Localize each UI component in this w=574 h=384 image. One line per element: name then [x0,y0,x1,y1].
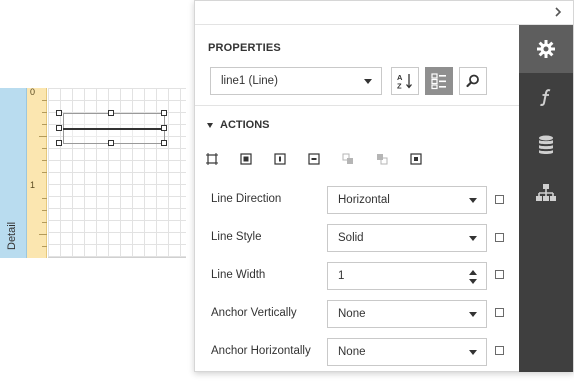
field-list-tab[interactable] [519,121,573,169]
ruler-tick [42,246,47,247]
triangle-down-icon [207,122,213,128]
chevron-right-icon[interactable] [551,5,565,19]
line-style-label: Line Style [211,231,262,243]
line-style-checkbox[interactable] [495,233,504,242]
anchor-vertically-label: Anchor Vertically [211,307,297,319]
database-icon [539,135,553,154]
component-selector-value: line1 (Line) [221,75,278,87]
fit-bounds-to-container-icon[interactable] [205,152,221,168]
chevron-up-icon[interactable] [469,270,477,275]
anchor-vertically-value: None [338,308,366,320]
line-width-checkbox[interactable] [495,270,504,279]
align-to-grid-icon[interactable] [409,152,425,168]
search-button[interactable] [459,67,487,95]
divider [195,105,519,106]
ruler-mark: 1 [30,180,36,190]
properties-heading: PROPERTIES [208,42,281,54]
ruler-tick [42,124,47,125]
function-icon [539,89,551,106]
ruler-tick [39,234,47,235]
anchor-horizontally-dropdown[interactable]: None [327,338,487,366]
detail-band-tab[interactable]: Detail [0,88,27,258]
ruler-tick [42,222,47,223]
properties-content: PROPERTIES line1 (Line) A Z ACTIONS Line… [195,25,519,372]
resize-handle[interactable] [108,110,114,116]
report-explorer-tab[interactable] [519,169,573,217]
chevron-down-icon [469,236,477,241]
center-vertically-icon[interactable] [307,152,323,168]
resize-handle[interactable] [161,125,167,131]
svg-text:Z: Z [397,82,402,91]
line-width-stepper[interactable]: 1 [327,262,487,290]
line-width-label: Line Width [211,269,266,281]
ruler-tick [42,198,47,199]
resize-handle[interactable] [56,125,62,131]
categorized-list-icon [431,73,446,90]
ruler-tick [42,112,47,113]
resize-handle[interactable] [56,110,62,116]
expressions-tab[interactable] [519,73,573,121]
panel-header-bar [195,1,573,25]
send-to-back-icon[interactable] [375,152,391,168]
chevron-down-icon[interactable] [469,279,477,284]
anchor-vertically-dropdown[interactable]: None [327,300,487,328]
chevron-down-icon [364,79,372,84]
line-style-value: Solid [338,232,364,244]
panel-tab-strip [519,25,573,372]
chevron-down-icon [469,198,477,203]
bring-to-front-icon[interactable] [341,152,357,168]
ruler-tick [39,136,47,137]
properties-tab[interactable] [519,25,573,73]
center-horizontally-icon[interactable] [273,152,289,168]
line-direction-label: Line Direction [211,193,282,205]
report-designer-surface[interactable]: Detail 0 1 [0,87,200,258]
line-style-dropdown[interactable]: Solid [327,224,487,252]
properties-panel: PROPERTIES line1 (Line) A Z ACTIONS Line… [194,0,574,372]
band-label: Detail [6,221,18,250]
anchor-horizontally-label: Anchor Horizontally [211,345,311,357]
chevron-down-icon [469,312,477,317]
resize-handle[interactable] [161,140,167,146]
actions-section-toggle[interactable]: ACTIONS [207,119,270,131]
ruler-mark: 0 [30,87,36,97]
ruler-tick [42,148,47,149]
actions-title: ACTIONS [220,119,270,131]
resize-handle[interactable] [56,140,62,146]
ruler-tick [42,100,47,101]
line-control[interactable] [63,128,165,130]
component-selector[interactable]: line1 (Line) [210,67,382,95]
line-direction-dropdown[interactable]: Horizontal [327,186,487,214]
anchor-horizontally-value: None [338,346,366,358]
line-direction-checkbox[interactable] [495,195,504,204]
ruler-tick [42,172,47,173]
resize-handle[interactable] [161,110,167,116]
categorized-view-button[interactable] [425,67,453,95]
sort-az-icon: A Z [397,73,412,91]
resize-handle[interactable] [108,140,114,146]
sort-alphabetical-button[interactable]: A Z [391,67,419,95]
anchor-vertically-checkbox[interactable] [495,308,504,317]
hierarchy-icon [536,184,556,201]
ruler-tick [42,160,47,161]
gear-icon [537,40,555,58]
anchor-horizontally-checkbox[interactable] [495,346,504,355]
line-direction-value: Horizontal [338,194,390,206]
search-icon [466,74,479,88]
fit-bounds-to-text-icon[interactable] [239,152,255,168]
ruler-tick [42,210,47,211]
line-width-value: 1 [338,270,345,282]
vertical-ruler: 0 1 [27,87,47,258]
chevron-down-icon [469,350,477,355]
